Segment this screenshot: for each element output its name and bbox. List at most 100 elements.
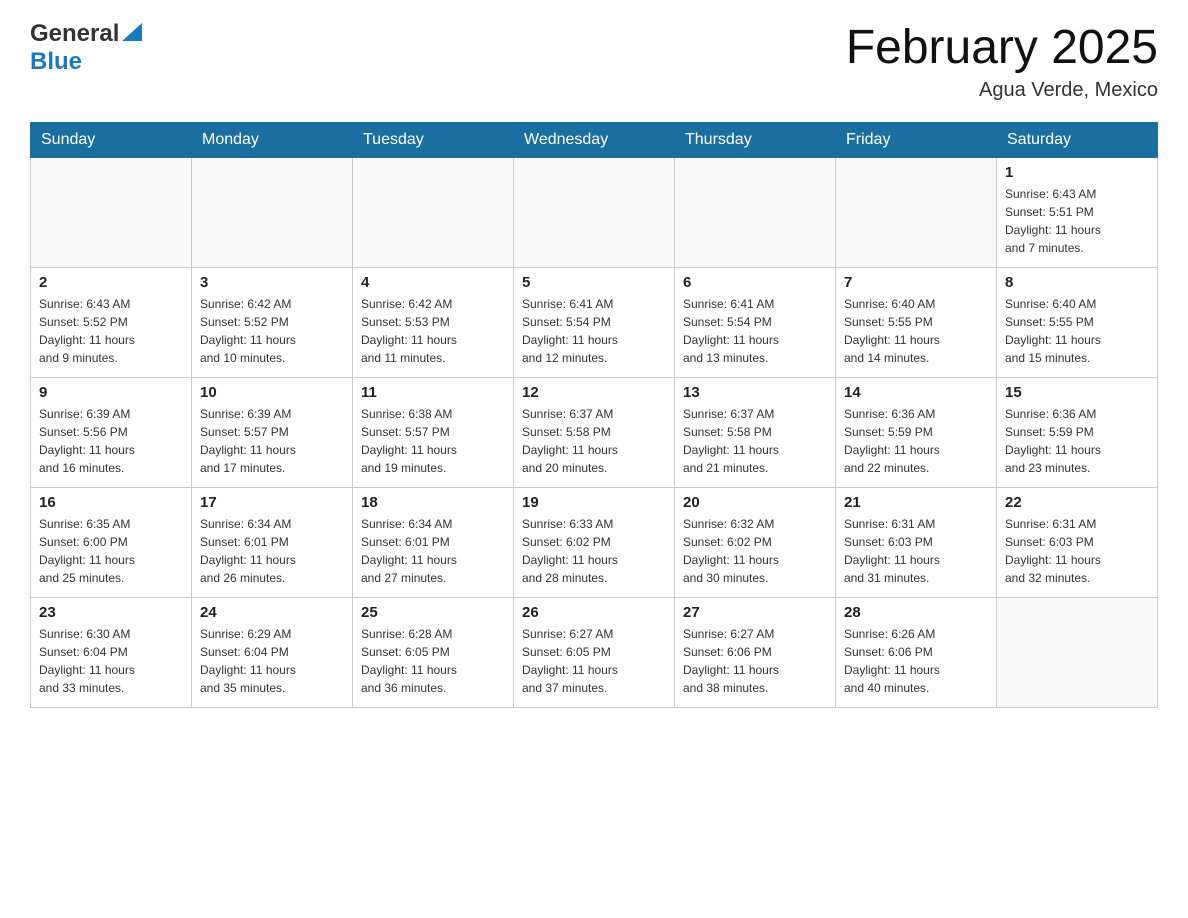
calendar-cell (514, 158, 675, 268)
calendar-cell: 26Sunrise: 6:27 AMSunset: 6:05 PMDayligh… (514, 598, 675, 708)
calendar-cell: 6 Sunrise: 6:41 AMSunset: 5:54 PMDaylight… (675, 268, 836, 378)
calendar-cell (997, 598, 1158, 708)
day-info: Sunrise: 6:33 AMSunset: 6:02 PMDaylight:… (522, 515, 666, 587)
day-info: Sunrise: 6:43 AMSunset: 5:52 PMDaylight:… (39, 295, 183, 367)
weekday-header: Tuesday (353, 123, 514, 158)
day-number: 9 (39, 384, 183, 401)
day-info: Sunrise: 6:41 AMSunset: 5:54 PMDaylight:… (683, 295, 827, 367)
day-number: 16 (39, 494, 183, 511)
calendar-week-row: 1 Sunrise: 6:43 AMSunset: 5:51 PMDaylight… (31, 158, 1158, 268)
day-number: 7 (844, 274, 988, 291)
day-info: Sunrise: 6:43 AMSunset: 5:51 PMDaylight:… (1005, 185, 1149, 257)
location: Agua Verde, Mexico (846, 79, 1158, 102)
calendar-cell: 20 Sunrise: 6:32 AMSunset: 6:02 PMDayligh… (675, 488, 836, 598)
day-number: 27 (683, 604, 827, 621)
day-info: Sunrise: 6:35 AMSunset: 6:00 PMDaylight:… (39, 515, 183, 587)
day-info: Sunrise: 6:26 AMSunset: 6:06 PMDaylight:… (844, 625, 988, 697)
calendar-cell: 24Sunrise: 6:29 AMSunset: 6:04 PMDayligh… (192, 598, 353, 708)
day-number: 6 (683, 274, 827, 291)
day-number: 21 (844, 494, 988, 511)
day-number: 22 (1005, 494, 1149, 511)
calendar-cell: 5 Sunrise: 6:41 AMSunset: 5:54 PMDaylight… (514, 268, 675, 378)
logo: General Blue (30, 20, 142, 76)
calendar-cell: 3Sunrise: 6:42 AMSunset: 5:52 PMDaylight… (192, 268, 353, 378)
weekday-header: Monday (192, 123, 353, 158)
weekday-header: Wednesday (514, 123, 675, 158)
weekday-header: Sunday (31, 123, 192, 158)
day-info: Sunrise: 6:37 AMSunset: 5:58 PMDaylight:… (522, 405, 666, 477)
day-info: Sunrise: 6:31 AMSunset: 6:03 PMDaylight:… (844, 515, 988, 587)
day-number: 14 (844, 384, 988, 401)
day-info: Sunrise: 6:41 AMSunset: 5:54 PMDaylight:… (522, 295, 666, 367)
weekday-header: Thursday (675, 123, 836, 158)
day-number: 4 (361, 274, 505, 291)
day-info: Sunrise: 6:27 AMSunset: 6:05 PMDaylight:… (522, 625, 666, 697)
day-info: Sunrise: 6:40 AMSunset: 5:55 PMDaylight:… (1005, 295, 1149, 367)
calendar-cell: 14 Sunrise: 6:36 AMSunset: 5:59 PMDayligh… (836, 378, 997, 488)
day-info: Sunrise: 6:39 AMSunset: 5:56 PMDaylight:… (39, 405, 183, 477)
calendar-cell: 2 Sunrise: 6:43 AMSunset: 5:52 PMDaylight… (31, 268, 192, 378)
day-number: 11 (361, 384, 505, 401)
calendar-cell: 15 Sunrise: 6:36 AMSunset: 5:59 PMDayligh… (997, 378, 1158, 488)
calendar-cell: 19Sunrise: 6:33 AMSunset: 6:02 PMDayligh… (514, 488, 675, 598)
logo-text-blue: Blue (30, 48, 82, 75)
calendar-cell: 17Sunrise: 6:34 AMSunset: 6:01 PMDayligh… (192, 488, 353, 598)
calendar-week-row: 16 Sunrise: 6:35 AMSunset: 6:00 PMDayligh… (31, 488, 1158, 598)
month-title: February 2025 (846, 20, 1158, 75)
weekday-header: Friday (836, 123, 997, 158)
day-number: 23 (39, 604, 183, 621)
day-number: 1 (1005, 164, 1149, 181)
day-number: 15 (1005, 384, 1149, 401)
day-info: Sunrise: 6:28 AMSunset: 6:05 PMDaylight:… (361, 625, 505, 697)
day-number: 18 (361, 494, 505, 511)
calendar-cell: 25 Sunrise: 6:28 AMSunset: 6:05 PMDayligh… (353, 598, 514, 708)
calendar-cell (192, 158, 353, 268)
calendar-cell (836, 158, 997, 268)
calendar-cell: 7 Sunrise: 6:40 AMSunset: 5:55 PMDaylight… (836, 268, 997, 378)
calendar-cell: 23Sunrise: 6:30 AMSunset: 6:04 PMDayligh… (31, 598, 192, 708)
day-info: Sunrise: 6:36 AMSunset: 5:59 PMDaylight:… (1005, 405, 1149, 477)
day-number: 12 (522, 384, 666, 401)
calendar-cell: 18 Sunrise: 6:34 AMSunset: 6:01 PMDayligh… (353, 488, 514, 598)
day-info: Sunrise: 6:27 AMSunset: 6:06 PMDaylight:… (683, 625, 827, 697)
calendar-cell: 8 Sunrise: 6:40 AMSunset: 5:55 PMDaylight… (997, 268, 1158, 378)
day-info: Sunrise: 6:39 AMSunset: 5:57 PMDaylight:… (200, 405, 344, 477)
weekday-header: Saturday (997, 123, 1158, 158)
title-area: February 2025 Agua Verde, Mexico (846, 20, 1158, 102)
calendar-cell: 11Sunrise: 6:38 AMSunset: 5:57 PMDayligh… (353, 378, 514, 488)
calendar-cell: 12 Sunrise: 6:37 AMSunset: 5:58 PMDayligh… (514, 378, 675, 488)
calendar-cell (31, 158, 192, 268)
day-number: 5 (522, 274, 666, 291)
calendar-cell: 28 Sunrise: 6:26 AMSunset: 6:06 PMDayligh… (836, 598, 997, 708)
day-number: 24 (200, 604, 344, 621)
calendar-cell (675, 158, 836, 268)
day-info: Sunrise: 6:42 AMSunset: 5:52 PMDaylight:… (200, 295, 344, 367)
day-info: Sunrise: 6:32 AMSunset: 6:02 PMDaylight:… (683, 515, 827, 587)
calendar-cell: 10 Sunrise: 6:39 AMSunset: 5:57 PMDayligh… (192, 378, 353, 488)
day-info: Sunrise: 6:36 AMSunset: 5:59 PMDaylight:… (844, 405, 988, 477)
day-number: 2 (39, 274, 183, 291)
day-info: Sunrise: 6:42 AMSunset: 5:53 PMDaylight:… (361, 295, 505, 367)
calendar-header-row: SundayMondayTuesdayWednesdayThursdayFrid… (31, 123, 1158, 158)
calendar-cell: 22 Sunrise: 6:31 AMSunset: 6:03 PMDayligh… (997, 488, 1158, 598)
day-number: 8 (1005, 274, 1149, 291)
day-number: 28 (844, 604, 988, 621)
calendar-week-row: 9 Sunrise: 6:39 AMSunset: 5:56 PMDaylight… (31, 378, 1158, 488)
day-number: 25 (361, 604, 505, 621)
day-info: Sunrise: 6:40 AMSunset: 5:55 PMDaylight:… (844, 295, 988, 367)
day-info: Sunrise: 6:31 AMSunset: 6:03 PMDaylight:… (1005, 515, 1149, 587)
calendar-week-row: 2 Sunrise: 6:43 AMSunset: 5:52 PMDaylight… (31, 268, 1158, 378)
day-number: 20 (683, 494, 827, 511)
logo-text-general: General (30, 20, 119, 48)
calendar-cell (353, 158, 514, 268)
calendar-table: SundayMondayTuesdayWednesdayThursdayFrid… (30, 122, 1158, 708)
logo-icon (122, 19, 142, 41)
day-number: 13 (683, 384, 827, 401)
calendar-cell: 27 Sunrise: 6:27 AMSunset: 6:06 PMDayligh… (675, 598, 836, 708)
day-info: Sunrise: 6:34 AMSunset: 6:01 PMDaylight:… (361, 515, 505, 587)
day-number: 17 (200, 494, 344, 511)
calendar-week-row: 23Sunrise: 6:30 AMSunset: 6:04 PMDayligh… (31, 598, 1158, 708)
calendar-cell: 21 Sunrise: 6:31 AMSunset: 6:03 PMDayligh… (836, 488, 997, 598)
day-number: 10 (200, 384, 344, 401)
calendar-cell: 4 Sunrise: 6:42 AMSunset: 5:53 PMDaylight… (353, 268, 514, 378)
